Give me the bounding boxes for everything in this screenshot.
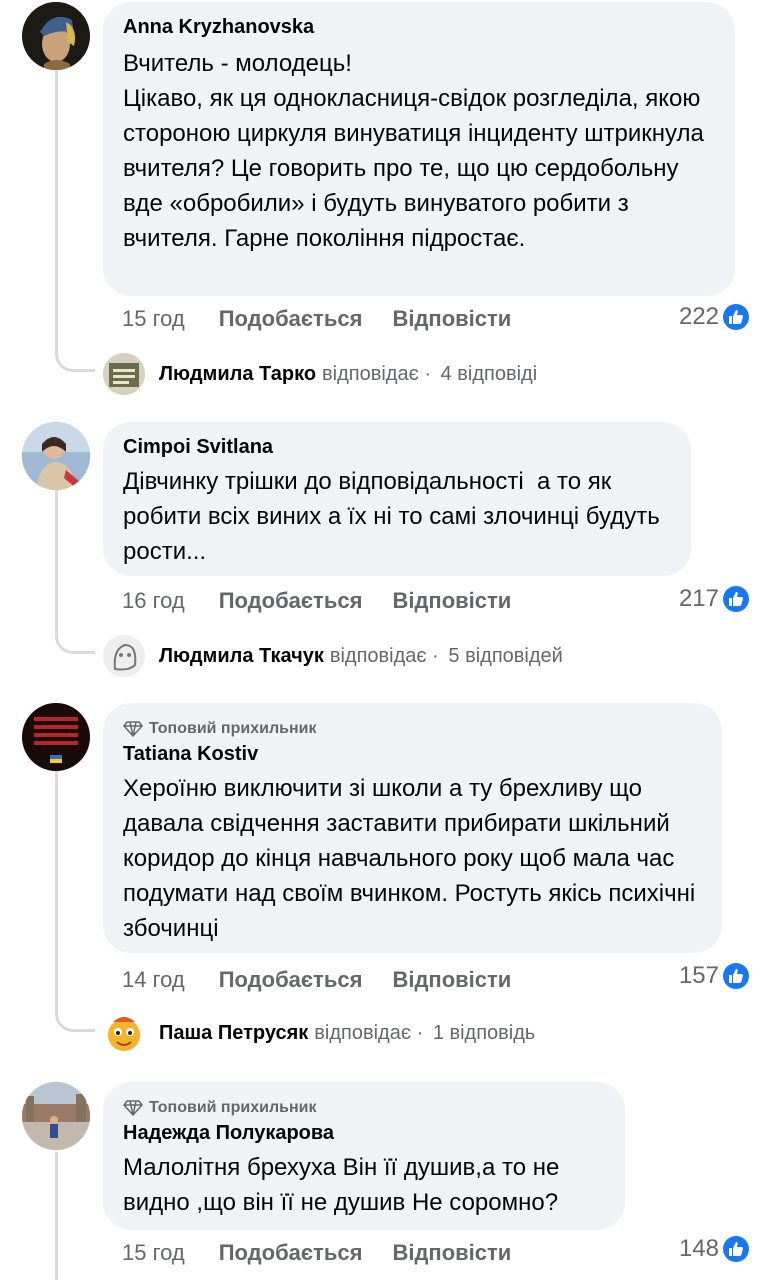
- top-fan-badge: Топовий прихильник: [123, 717, 702, 741]
- reaction-summary[interactable]: 222: [679, 302, 749, 332]
- comment-text: Малолітня брехуха Він її душив,а то не в…: [123, 1154, 566, 1216]
- reply-button[interactable]: Відповісти: [392, 306, 511, 332]
- thumbs-up-icon: [723, 586, 749, 612]
- replies-link[interactable]: Людмила Ткачук відповідає · 5 відповідей: [103, 634, 563, 678]
- dot-separator: ·: [426, 644, 445, 667]
- reaction-summary[interactable]: 157: [679, 961, 749, 991]
- comment-author[interactable]: Tatiana Kostiv: [123, 741, 702, 767]
- comment-author[interactable]: Cimpoi Svitlana: [123, 434, 671, 460]
- badge-label: Топовий прихильник: [149, 720, 317, 737]
- thread-line: [55, 1152, 58, 1280]
- comment-text: Дівчинку трішки до відповідальності а то…: [123, 468, 667, 565]
- comment-actions: 16 год Подобається Відповісти: [122, 586, 511, 616]
- comment-bubble: Топовий прихильник Tatiana Kostiv Хероїн…: [103, 703, 722, 953]
- like-button[interactable]: Подобається: [219, 306, 363, 332]
- reply-avatar: [103, 1012, 145, 1054]
- reply-count: 4 відповіді: [440, 362, 538, 385]
- comment-author[interactable]: Надежда Полукарова: [123, 1120, 605, 1146]
- like-button[interactable]: Подобається: [219, 588, 363, 614]
- replies-link[interactable]: Людмила Тарко відповідає · 4 відповіді: [103, 352, 537, 396]
- thread-line: [55, 70, 58, 350]
- thumbs-up-icon: [723, 963, 749, 989]
- comment-time[interactable]: 14 год: [122, 967, 185, 993]
- diamond-icon: [123, 1100, 143, 1116]
- badge-label: Топовий прихильник: [149, 1099, 317, 1116]
- avatar[interactable]: [22, 703, 90, 771]
- reply-author: Людмила Тарко: [159, 362, 317, 385]
- reaction-count: 217: [678, 585, 719, 612]
- thread-curve: [55, 1010, 95, 1032]
- replies-verb: відповідає: [314, 1021, 412, 1044]
- avatar[interactable]: [22, 2, 90, 70]
- like-button[interactable]: Подобається: [219, 967, 363, 993]
- comment-time[interactable]: 15 год: [122, 306, 185, 332]
- reaction-count: 157: [678, 962, 719, 989]
- avatar[interactable]: [22, 1082, 90, 1150]
- dot-separator: ·: [418, 362, 437, 385]
- comment-author[interactable]: Anna Kryzhanovska: [123, 14, 715, 40]
- comment-actions: 14 год Подобається Відповісти: [122, 965, 511, 995]
- comment-text: Хероїню виключити зі школи а ту брехливу…: [123, 775, 702, 942]
- thumbs-up-icon: [723, 1236, 749, 1262]
- replies-verb: відповідає: [322, 362, 419, 385]
- comment-time[interactable]: 16 год: [122, 588, 185, 614]
- like-button[interactable]: Подобається: [219, 1240, 363, 1266]
- reaction-count: 148: [678, 1235, 719, 1262]
- reply-button[interactable]: Відповісти: [392, 1240, 511, 1266]
- reply-button[interactable]: Відповісти: [392, 967, 511, 993]
- dot-separator: ·: [411, 1021, 429, 1044]
- comment-actions: 15 год Подобається Відповісти: [122, 1238, 511, 1268]
- thread-curve: [55, 632, 95, 654]
- reaction-summary[interactable]: 217: [679, 584, 749, 614]
- reply-avatar: [103, 353, 145, 395]
- reply-avatar: [103, 635, 145, 677]
- comment-actions: 15 год Подобається Відповісти: [122, 304, 511, 334]
- comment-text: Вчитель - молодець! Цікаво, як ця однокл…: [123, 50, 704, 252]
- comment-time[interactable]: 15 год: [122, 1240, 185, 1266]
- reply-author: Людмила Ткачук: [159, 644, 324, 667]
- top-fan-badge: Топовий прихильник: [123, 1096, 605, 1120]
- diamond-icon: [123, 721, 143, 737]
- thread-curve: [55, 350, 95, 372]
- thread-line: [55, 770, 58, 1010]
- reply-author: Паша Петрусяк: [159, 1021, 309, 1044]
- reaction-count: 222: [678, 303, 719, 330]
- reply-button[interactable]: Відповісти: [392, 588, 511, 614]
- reply-count: 1 відповідь: [432, 1021, 536, 1044]
- comment-bubble: Anna Kryzhanovska Вчитель - молодець! Ці…: [103, 2, 735, 296]
- reply-count: 5 відповідей: [448, 644, 563, 667]
- thread-line: [55, 490, 58, 632]
- thumbs-up-icon: [723, 304, 749, 330]
- replies-link[interactable]: Паша Петрусяк відповідає · 1 відповідь: [103, 1011, 535, 1055]
- comment-bubble: Cimpoi Svitlana Дівчинку трішки до відпо…: [103, 422, 691, 576]
- avatar[interactable]: [22, 422, 90, 490]
- replies-verb: відповідає: [329, 644, 427, 667]
- reaction-summary[interactable]: 148: [679, 1234, 749, 1264]
- comment-bubble: Топовий прихильник Надежда Полукарова Ма…: [103, 1082, 625, 1230]
